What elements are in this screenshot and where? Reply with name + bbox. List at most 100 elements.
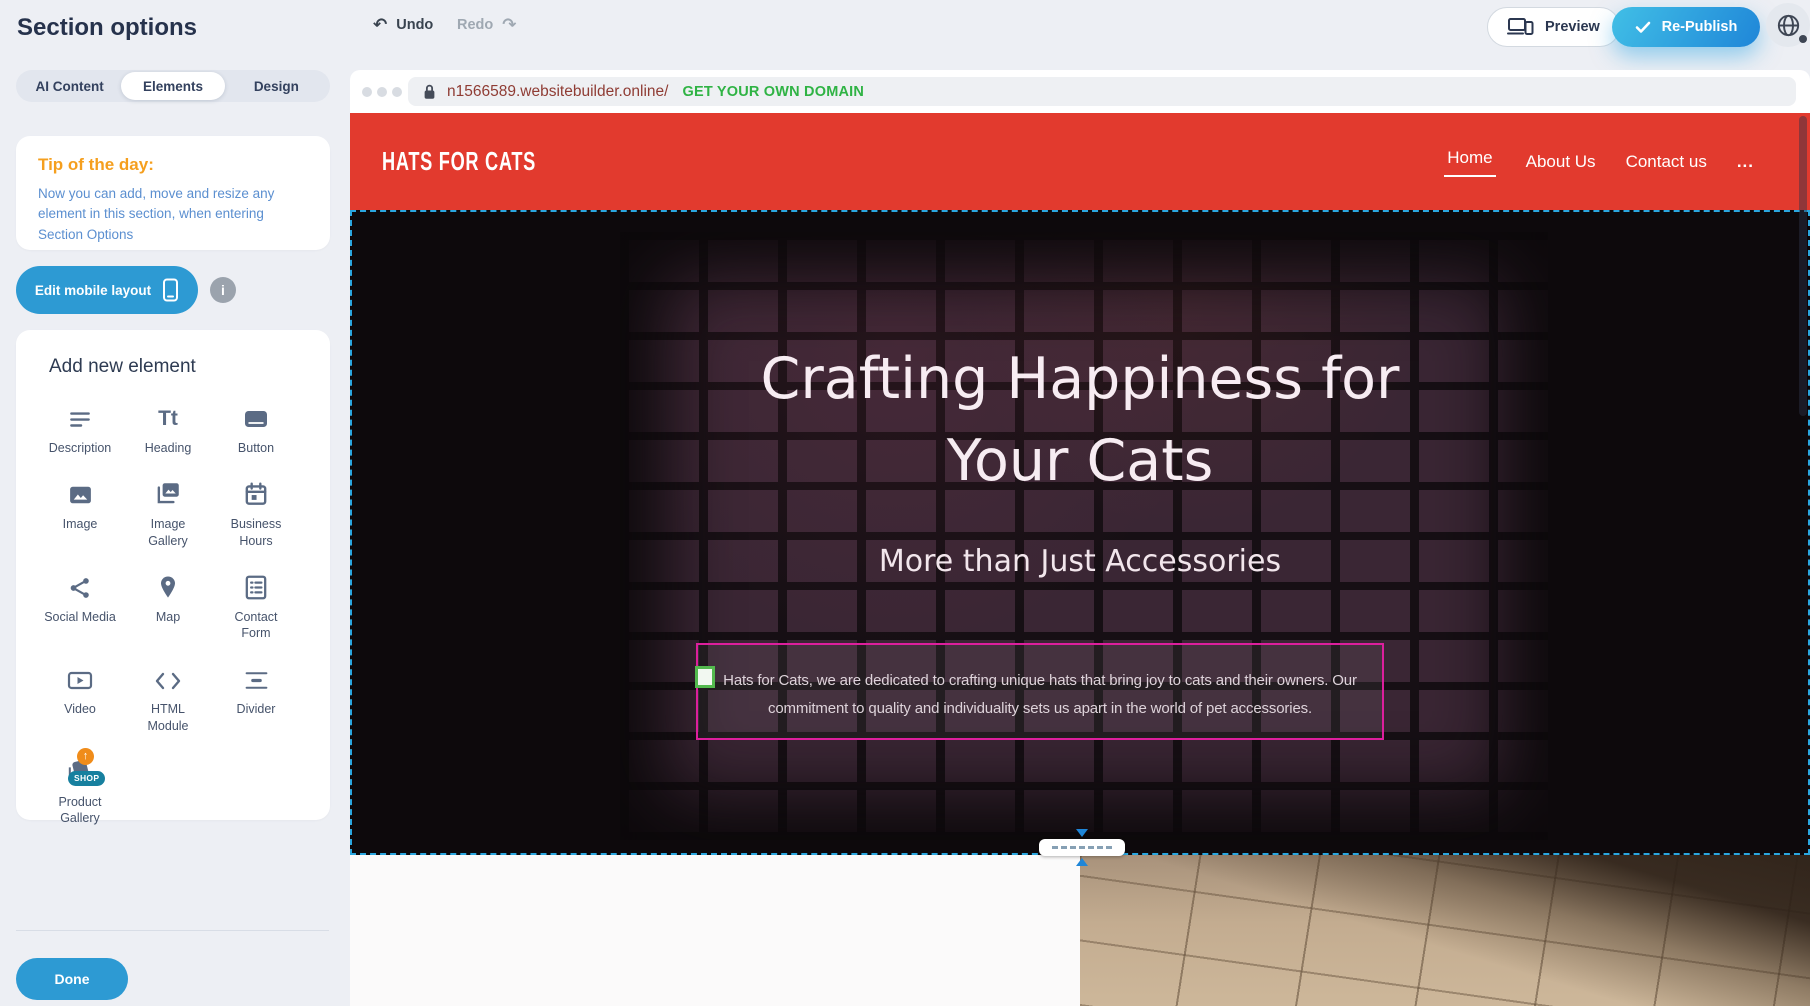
preview-scrollbar-thumb[interactable]: [1799, 116, 1807, 416]
arrow-up-icon: [1076, 858, 1088, 866]
add-element-button[interactable]: Button: [212, 402, 300, 456]
add-element-divider[interactable]: Divider: [212, 663, 300, 734]
add-element-social-media[interactable]: Social Media: [36, 571, 124, 642]
add-element-heading[interactable]: Tt Heading: [124, 402, 212, 456]
next-section-blank[interactable]: [350, 855, 1080, 1006]
add-element-label: Image Gallery: [139, 516, 197, 549]
add-element-image[interactable]: Image: [36, 478, 124, 549]
tip-of-the-day-card: Tip of the day: Now you can add, move an…: [16, 136, 330, 250]
undo-label: Undo: [396, 17, 433, 33]
panel-tabs: AI Content Elements Design: [16, 70, 330, 102]
globe-badge-dot: [1799, 35, 1807, 43]
language-globe-button[interactable]: [1766, 3, 1810, 47]
next-section-photo[interactable]: [1080, 855, 1810, 1006]
redo-icon: ↷: [502, 16, 516, 34]
add-element-label: Button: [238, 440, 274, 456]
add-element-label: Map: [156, 609, 180, 625]
add-element-product-gallery[interactable]: ↑ SHOP Product Gallery: [36, 756, 124, 827]
nav-contact-us[interactable]: Contact us: [1626, 152, 1707, 172]
edit-mobile-layout-button[interactable]: Edit mobile layout: [16, 266, 198, 314]
add-element-grid: Description Tt Heading Button Image: [36, 402, 300, 826]
undo-icon: ↶: [373, 16, 387, 34]
tab-elements[interactable]: Elements: [121, 72, 224, 100]
republish-button[interactable]: Re-Publish: [1612, 7, 1760, 47]
element-resize-handle[interactable]: [695, 666, 715, 688]
browser-chrome: n1566589.websitebuilder.online/ GET YOUR…: [350, 70, 1810, 113]
browser-dot: [392, 87, 402, 97]
add-element-label: Image: [63, 516, 98, 532]
browser-dot: [377, 87, 387, 97]
business-hours-icon: [243, 478, 269, 508]
add-element-label: Product Gallery: [51, 794, 109, 827]
page-title: Section options: [17, 14, 197, 42]
shop-badge: SHOP: [68, 771, 105, 786]
browser-dot: [362, 87, 372, 97]
site-nav: Home About Us Contact us ...: [1444, 113, 1754, 210]
add-element-label: Description: [49, 440, 112, 456]
site-header: HATS FOR CATS Home About Us Contact us .…: [350, 113, 1810, 210]
undo-button[interactable]: ↶ Undo: [373, 16, 433, 34]
get-your-own-domain-link[interactable]: GET YOUR OWN DOMAIN: [682, 84, 864, 100]
image-gallery-icon: [154, 478, 182, 508]
republish-label: Re-Publish: [1662, 19, 1738, 35]
add-element-html-module[interactable]: HTML Module: [124, 663, 212, 734]
selected-text-element[interactable]: Hats for Cats, we are dedicated to craft…: [696, 643, 1384, 740]
product-gallery-icon: ↑ SHOP: [60, 756, 100, 786]
hero-title[interactable]: Crafting Happiness for Your Cats: [720, 338, 1440, 502]
add-element-label: Video: [64, 701, 96, 717]
redo-label: Redo: [457, 17, 493, 33]
url-bar[interactable]: n1566589.websitebuilder.online/ GET YOUR…: [408, 77, 1796, 106]
site-preview-stage: n1566589.websitebuilder.online/ GET YOUR…: [350, 70, 1810, 1006]
tip-title: Tip of the day:: [38, 155, 308, 175]
nav-about-us[interactable]: About Us: [1526, 152, 1596, 172]
contact-form-icon: [243, 571, 269, 601]
add-element-business-hours[interactable]: Business Hours: [212, 478, 300, 549]
social-media-icon: [67, 571, 93, 601]
tip-body: Now you can add, move and resize any ele…: [38, 184, 308, 245]
info-icon[interactable]: i: [210, 277, 236, 303]
add-element-label: HTML Module: [139, 701, 197, 734]
nav-home[interactable]: Home: [1444, 146, 1495, 177]
done-button[interactable]: Done: [16, 958, 128, 1000]
redo-button[interactable]: Redo ↷: [457, 16, 517, 34]
tab-label: Design: [254, 79, 299, 94]
tab-label: AI Content: [36, 79, 104, 94]
add-element-label: Social Media: [44, 609, 116, 625]
add-element-map[interactable]: Map: [124, 571, 212, 642]
next-section: [350, 855, 1810, 1006]
hero-background-tiles: [620, 232, 1548, 840]
drag-pill-dashes: [1052, 846, 1112, 849]
add-element-label: Heading: [145, 440, 192, 456]
preview-label: Preview: [1545, 19, 1600, 35]
add-element-image-gallery[interactable]: Image Gallery: [124, 478, 212, 549]
lock-icon: [422, 83, 437, 101]
tab-label: Elements: [143, 79, 203, 94]
site-url[interactable]: n1566589.websitebuilder.online/: [447, 83, 668, 101]
panel-divider: [16, 930, 329, 931]
add-element-label: Business Hours: [227, 516, 285, 549]
nav-more-button[interactable]: ...: [1737, 152, 1754, 172]
code-icon: [154, 663, 182, 693]
add-element-video[interactable]: Video: [36, 663, 124, 734]
site-logo[interactable]: HATS FOR CATS: [382, 146, 536, 177]
section-height-drag-handle[interactable]: [1039, 829, 1125, 866]
tab-ai-content[interactable]: AI Content: [18, 72, 121, 100]
hero-section-selected[interactable]: Crafting Happiness for Your Cats More th…: [350, 210, 1810, 855]
add-element-label: Contact Form: [227, 609, 285, 642]
tab-design[interactable]: Design: [225, 72, 328, 100]
add-element-title: Add new element: [49, 356, 330, 378]
upgrade-badge: ↑: [77, 748, 94, 765]
add-element-label: Divider: [237, 701, 276, 717]
add-element-description[interactable]: Description: [36, 402, 124, 456]
screen: Section options AI Content Elements Desi…: [0, 0, 1810, 1006]
hero-description[interactable]: Hats for Cats, we are dedicated to craft…: [700, 667, 1380, 723]
devices-icon: [1507, 17, 1534, 37]
arrow-down-icon: [1076, 829, 1088, 837]
hero-subtitle[interactable]: More than Just Accessories: [352, 544, 1808, 579]
add-element-contact-form[interactable]: Contact Form: [212, 571, 300, 642]
globe-icon: [1775, 12, 1802, 39]
video-icon: [66, 663, 94, 693]
description-icon: [67, 402, 93, 432]
edit-mobile-layout-label: Edit mobile layout: [35, 283, 151, 298]
preview-button[interactable]: Preview: [1487, 7, 1620, 47]
